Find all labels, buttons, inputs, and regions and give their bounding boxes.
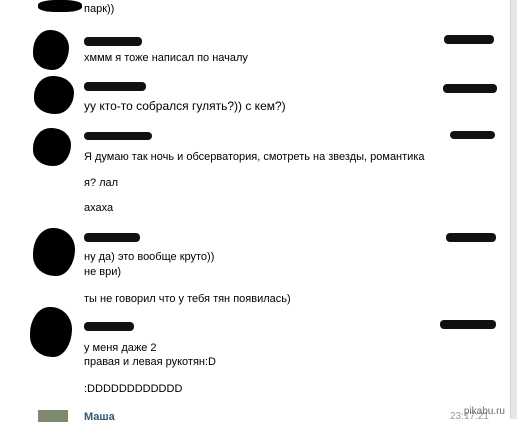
redacted-avatar xyxy=(38,0,82,12)
message-text: хммм я тоже написал по началу xyxy=(84,52,248,64)
redacted-username xyxy=(84,322,134,331)
message-text: парк)) xyxy=(84,3,115,15)
redacted-username xyxy=(84,82,146,91)
scrollbar[interactable] xyxy=(510,0,517,419)
avatar[interactable] xyxy=(38,410,68,422)
redacted-username xyxy=(84,233,140,242)
message-text: не ври) xyxy=(84,266,122,278)
message-text: ахаха xyxy=(84,202,114,214)
redacted-avatar xyxy=(33,30,69,70)
redacted-avatar xyxy=(30,307,72,357)
sender-name-link[interactable]: Маша xyxy=(84,411,115,423)
redacted-avatar xyxy=(33,128,71,166)
watermark: pikabu.ru xyxy=(463,406,505,417)
message-text: у меня даже 2 xyxy=(84,342,157,354)
message-text: Я думаю так ночь и обсерватория, смотрет… xyxy=(84,151,425,163)
message-text: :DDDDDDDDDDDD xyxy=(84,383,183,395)
message-text: правая и левая рукотян:D xyxy=(84,356,217,368)
redacted-timestamp xyxy=(443,84,497,93)
message-text: уу кто-то собрался гулять?)) с кем?) xyxy=(84,99,286,113)
redacted-avatar xyxy=(33,228,75,276)
message-text: ну да) это вообще круто)) xyxy=(84,251,215,263)
redacted-username xyxy=(84,37,142,46)
message-text: я? лал xyxy=(84,177,119,189)
redacted-timestamp xyxy=(446,233,496,242)
redacted-avatar xyxy=(34,76,74,114)
message-text: ты не говорил что у тебя тян появилась) xyxy=(84,293,291,305)
redacted-timestamp xyxy=(444,35,494,44)
redacted-timestamp xyxy=(450,131,495,139)
redacted-timestamp xyxy=(440,320,496,329)
redacted-username xyxy=(84,132,152,140)
